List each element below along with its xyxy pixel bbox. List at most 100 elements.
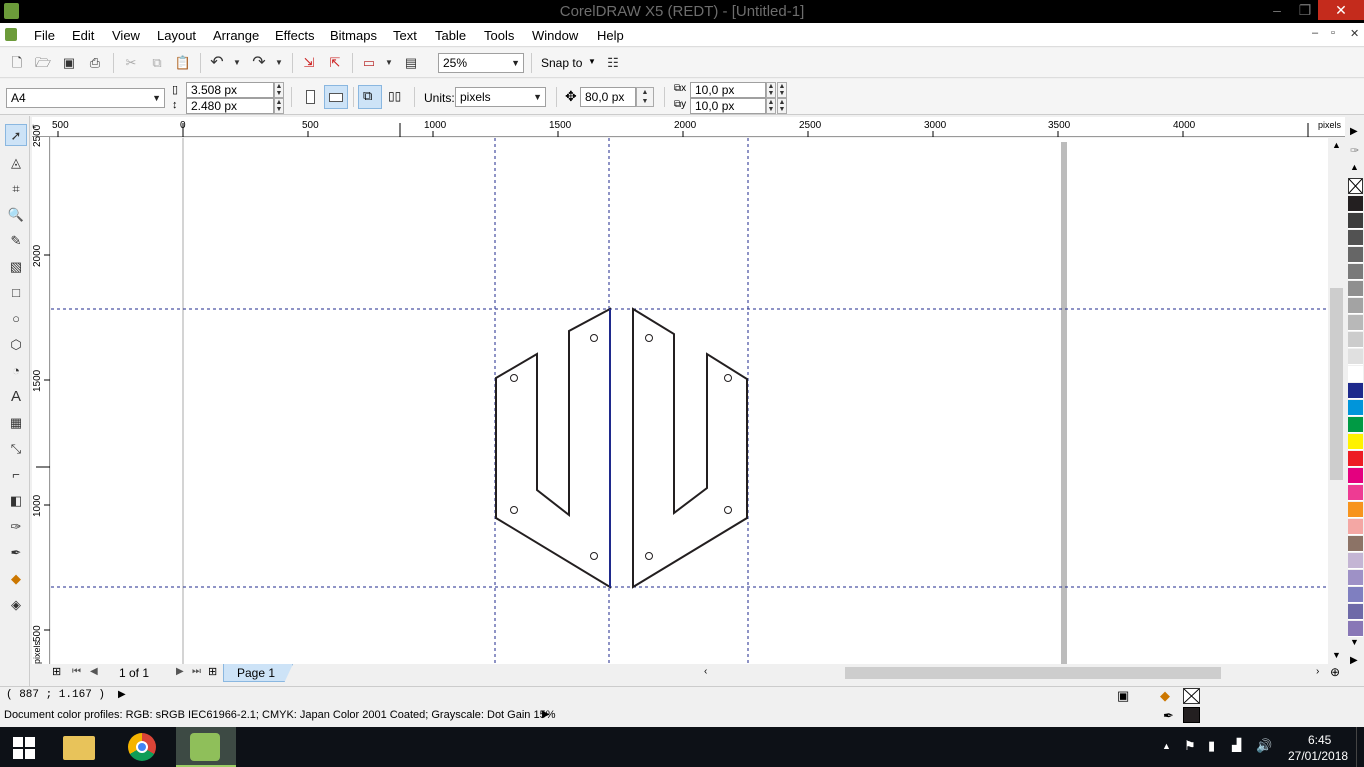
menu-tools[interactable]: Tools: [484, 28, 514, 43]
battery-icon[interactable]: ▮: [1208, 738, 1215, 754]
welcome-screen-icon[interactable]: ▤: [402, 54, 420, 72]
menu-arrange[interactable]: Arrange: [213, 28, 259, 43]
chrome-task[interactable]: [113, 727, 173, 767]
scroll-down-icon[interactable]: ▼: [1332, 650, 1341, 660]
color-swatch[interactable]: [1348, 213, 1363, 229]
color-swatch[interactable]: [1348, 451, 1363, 467]
previous-page-icon[interactable]: ◀: [90, 666, 98, 677]
interactive-fill-tool-icon[interactable]: ◈: [5, 594, 27, 616]
palette-scroll-up-icon[interactable]: ▶: [1350, 126, 1358, 137]
close-window-button[interactable]: ✕: [1318, 0, 1364, 20]
horizontal-scroll-thumb[interactable]: [845, 667, 1221, 679]
menu-text[interactable]: Text: [393, 28, 417, 43]
horizontal-ruler[interactable]: ⌞ 500 0 500 1000 1500 2000 2500 3000 350…: [32, 117, 1345, 137]
vertical-scrollbar[interactable]: ▲ ▼: [1328, 138, 1345, 664]
eyedropper-icon[interactable]: ✑: [1350, 144, 1359, 157]
menu-file[interactable]: File: [34, 28, 55, 43]
copy-icon[interactable]: ⧉: [148, 54, 166, 72]
show-desktop-button[interactable]: [1356, 727, 1364, 767]
object-info-icon[interactable]: ▣: [1117, 688, 1129, 704]
duplicate-x-field[interactable]: 10,0 px: [690, 82, 766, 98]
color-swatch[interactable]: [1348, 570, 1363, 586]
menu-edit[interactable]: Edit: [72, 28, 94, 43]
color-swatch[interactable]: [1348, 315, 1363, 331]
document-icon[interactable]: [5, 28, 17, 41]
menu-window[interactable]: Window: [532, 28, 578, 43]
first-page-icon[interactable]: ⏮: [72, 666, 81, 677]
duplicate-y-field[interactable]: 10,0 px: [690, 98, 766, 114]
undo-dropdown-icon[interactable]: ▼: [228, 54, 246, 72]
doc-restore-button[interactable]: ▫: [1331, 27, 1335, 39]
text-tool-icon[interactable]: A: [5, 386, 27, 408]
eyedropper-tool-icon[interactable]: ✑: [5, 516, 27, 538]
save-icon[interactable]: ▣: [60, 54, 78, 72]
dimension-tool-icon[interactable]: ⤡: [5, 438, 27, 460]
new-document-icon[interactable]: 🗋: [8, 54, 26, 72]
file-explorer-task[interactable]: [50, 727, 110, 767]
color-swatch[interactable]: [1348, 298, 1363, 314]
snap-to-button[interactable]: Snap to: [541, 56, 582, 70]
color-swatch[interactable]: [1348, 230, 1363, 246]
color-swatch[interactable]: [1348, 383, 1363, 399]
minimize-window-button[interactable]: –: [1262, 0, 1292, 20]
redo-icon[interactable]: ↷: [250, 54, 268, 72]
outline-pen-tool-icon[interactable]: ✒: [5, 542, 27, 564]
ellipse-tool-icon[interactable]: ○: [5, 308, 27, 330]
color-swatch[interactable]: [1348, 502, 1363, 518]
menu-effects[interactable]: Effects: [275, 28, 315, 43]
export-icon[interactable]: ⇱: [326, 54, 344, 72]
last-page-icon[interactable]: ⏭: [192, 666, 201, 677]
scroll-up-icon[interactable]: ▲: [1332, 140, 1341, 150]
volume-icon[interactable]: 🔊: [1256, 738, 1272, 754]
zoom-level-select[interactable]: 25% ▼: [438, 53, 524, 73]
menu-layout[interactable]: Layout: [157, 28, 196, 43]
basic-shapes-tool-icon[interactable]: ◔: [5, 360, 27, 382]
undo-icon[interactable]: ↶: [208, 54, 226, 72]
menu-bitmaps[interactable]: Bitmaps: [330, 28, 377, 43]
vertical-ruler[interactable]: 2500 2000 1500 1000 500 pixels: [32, 125, 50, 664]
clock-time[interactable]: 6:45: [1308, 733, 1331, 747]
no-color-swatch[interactable]: [1348, 178, 1363, 194]
zoom-tool-icon[interactable]: 🔍: [5, 204, 27, 226]
portrait-button[interactable]: [298, 85, 322, 109]
drawing-canvas[interactable]: [51, 138, 1328, 664]
network-signal-icon[interactable]: ▟: [1232, 738, 1241, 752]
color-swatch[interactable]: [1348, 434, 1363, 450]
blend-tool-icon[interactable]: ◧: [5, 490, 27, 512]
clock-date[interactable]: 27/01/2018: [1288, 749, 1348, 763]
palette-scroll-up-arrow[interactable]: ▲: [1350, 162, 1359, 172]
all-pages-button[interactable]: ⧉: [358, 85, 382, 109]
color-swatch[interactable]: [1348, 332, 1363, 348]
crop-tool-icon[interactable]: ⌗: [5, 178, 27, 200]
color-swatch[interactable]: [1348, 536, 1363, 552]
coreldraw-task[interactable]: [176, 727, 236, 767]
print-icon[interactable]: ⎙: [86, 54, 104, 72]
color-swatch[interactable]: [1348, 519, 1363, 535]
start-button[interactable]: [0, 727, 50, 767]
smart-fill-tool-icon[interactable]: ▧: [5, 256, 27, 278]
color-swatch[interactable]: [1348, 400, 1363, 416]
page-width-spinner[interactable]: ▲ ▼: [274, 82, 284, 98]
open-folder-icon[interactable]: 🗁: [34, 54, 52, 72]
vertical-scroll-thumb[interactable]: [1330, 288, 1343, 480]
redo-dropdown-icon[interactable]: ▼: [270, 54, 288, 72]
nudge-spinner[interactable]: ▲ ▼: [636, 87, 654, 107]
color-swatch[interactable]: [1348, 621, 1363, 637]
landscape-button[interactable]: [324, 85, 348, 109]
duplicate-y-spinner-2[interactable]: ▲ ▼: [777, 98, 787, 114]
color-swatch[interactable]: [1348, 349, 1363, 365]
color-swatch[interactable]: [1348, 553, 1363, 569]
color-swatch[interactable]: [1348, 468, 1363, 484]
menu-view[interactable]: View: [112, 28, 140, 43]
palette-scroll-down-arrow[interactable]: ▼: [1350, 637, 1359, 647]
units-select[interactable]: pixels ▼: [455, 87, 546, 107]
color-swatch[interactable]: [1348, 264, 1363, 280]
zoom-navigator-icon[interactable]: ⊕: [1330, 665, 1340, 679]
color-swatch[interactable]: [1348, 587, 1363, 603]
show-hidden-icons[interactable]: ▲: [1162, 741, 1171, 751]
page-width-field[interactable]: 3.508 px: [186, 82, 274, 98]
rectangle-tool-icon[interactable]: □: [5, 282, 27, 304]
duplicate-x-spinner-2[interactable]: ▲ ▼: [777, 82, 787, 98]
color-swatch[interactable]: [1348, 366, 1363, 382]
horizontal-scrollbar[interactable]: ‹ ›: [700, 664, 1328, 682]
